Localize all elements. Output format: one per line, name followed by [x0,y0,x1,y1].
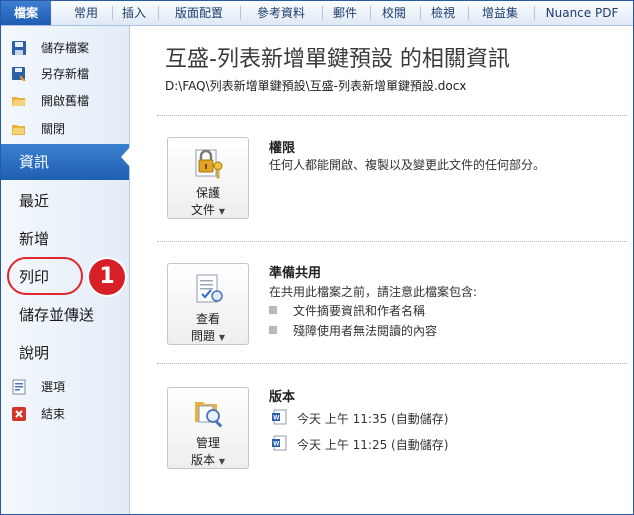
tab-insert[interactable]: 插入 [113,1,155,25]
nav-item-label: 新增 [19,230,50,248]
tab-add-ins[interactable]: 增益集 [469,1,531,25]
manage-versions-icon [195,402,223,428]
word-document-icon: W [272,435,287,451]
options-icon [12,379,26,395]
prepare-heading: 準備共用 [269,266,322,281]
nav-item-help[interactable]: 說明 [1,335,129,371]
section-divider [157,363,627,364]
tab-references[interactable]: 參考資料 [243,1,319,25]
step-number-badge: 1 [89,259,125,295]
close-folder-icon [12,125,25,135]
check-for-issues-button[interactable]: 查看 問題 ▼ [167,263,249,345]
bullet-marker [269,306,277,314]
page-title: 互盛-列表新增單鍵預設 的相關資訊 [165,47,510,72]
print-highlight-ring [7,257,83,295]
save-icon [12,41,26,55]
nav-item-label: 資訊 [19,153,50,171]
options-command-label: 選項 [41,380,66,394]
nav-item-info[interactable]: 資訊 [1,144,129,180]
tab-separator [534,6,535,20]
open-command-label: 開啟舊檔 [41,94,90,108]
exit-command-label: 結束 [41,407,66,421]
tab-page-layout[interactable]: 版面配置 [161,1,237,25]
nav-item-label: 說明 [19,344,50,362]
save-command-label: 儲存檔案 [41,41,90,55]
section-divider [157,115,627,116]
version-entry[interactable]: 今天 上午 11:35 (自動儲存) [297,410,448,427]
dropdown-caret-icon: ▼ [218,457,225,466]
file-path: D:\FAQ\列表新增單鍵預設\互盛-列表新增單鍵預設.docx [165,79,467,93]
section-divider [157,241,627,242]
prepare-bullet-item: 殘障使用者無法閱讀的內容 [293,324,438,338]
inspect-document-icon [196,274,223,303]
nav-item-save-and-send[interactable]: 儲存並傳送 [1,297,129,333]
close-command-label: 關閉 [41,122,66,136]
versions-heading: 版本 [269,390,296,405]
dropdown-caret-icon: ▼ [218,333,225,342]
tab-separator [158,6,159,20]
tab-view[interactable]: 檢視 [421,1,465,25]
exit-icon [12,407,26,421]
tab-separator [240,6,241,20]
tab-home[interactable]: 常用 [61,1,111,25]
manage-versions-button[interactable]: 管理 版本 ▼ [167,387,249,469]
prepare-bullet-item: 文件摘要資訊和作者名稱 [293,304,426,318]
tab-file[interactable]: 檔案 [1,1,51,25]
backstage-window: 檔案 常用 插入 版面配置 參考資料 郵件 校閱 檢視 增益集 Nuance P… [0,0,634,515]
active-item-arrow [121,146,131,168]
check-for-issues-label-1: 查看 [195,312,220,326]
nav-item-label: 最近 [19,192,50,210]
tab-mailings[interactable]: 郵件 [323,1,367,25]
protect-document-label-1: 保護 [195,186,220,200]
version-entry[interactable]: 今天 上午 11:25 (自動儲存) [297,436,448,453]
lock-key-icon [195,149,223,179]
open-folder-icon [12,97,26,106]
prepare-text: 在共用此檔案之前，請注意此檔案包含: [269,285,478,299]
dropdown-caret-icon: ▼ [218,207,225,216]
protect-document-button[interactable]: 保護 文件 ▼ [167,137,249,219]
nav-item-label: 儲存並傳送 [19,306,95,324]
svg-text:W: W [273,441,280,448]
svg-text:W: W [273,415,280,422]
tab-nuance-pdf[interactable]: Nuance PDF [537,1,627,25]
permissions-text: 任何人都能開啟、複製以及變更此文件的任何部分。 [269,158,546,172]
permissions-heading: 權限 [269,141,296,156]
nav-item-new[interactable]: 新增 [1,221,129,257]
nav-item-recent[interactable]: 最近 [1,183,129,219]
save-as-command-label: 另存新檔 [41,67,90,81]
manage-versions-label-2: 版本 ▼ [191,453,225,467]
manage-versions-label-1: 管理 [195,436,220,450]
tab-review[interactable]: 校閱 [371,1,417,25]
bullet-marker [269,326,277,334]
save-as-icon [12,67,26,81]
check-for-issues-label-2: 問題 ▼ [191,329,225,343]
protect-document-label-2: 文件 ▼ [191,203,225,217]
ribbon-tab-bar: 檔案 常用 插入 版面配置 參考資料 郵件 校閱 檢視 增益集 Nuance P… [1,1,633,26]
word-document-icon: W [272,409,287,425]
